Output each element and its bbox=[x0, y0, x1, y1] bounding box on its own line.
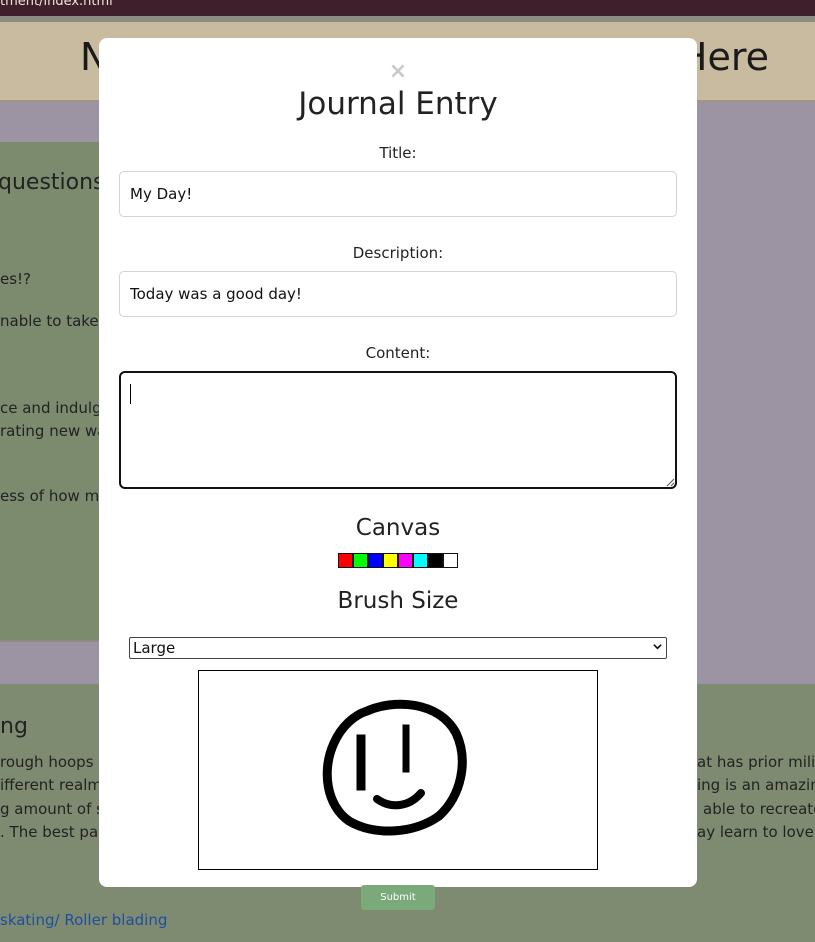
color-swatch-magenta[interactable] bbox=[398, 553, 413, 568]
card-text-line: g amount of s bbox=[0, 800, 104, 818]
content-textarea[interactable] bbox=[119, 371, 677, 489]
card-text-line: rough hoops of bbox=[0, 753, 113, 771]
chevron-down-icon bbox=[653, 644, 662, 650]
color-swatch-yellow[interactable] bbox=[383, 553, 398, 568]
color-swatch-cyan[interactable] bbox=[413, 553, 428, 568]
card-text-line: ifferent realm bbox=[0, 776, 102, 794]
description-input[interactable] bbox=[119, 271, 677, 317]
modal-title: Journal Entry bbox=[298, 86, 498, 122]
color-swatch-red[interactable] bbox=[338, 553, 353, 568]
color-swatch-green[interactable] bbox=[353, 553, 368, 568]
card-text-line: rating new wa bbox=[0, 422, 107, 440]
title-label: Title: bbox=[379, 144, 417, 162]
card-heading: ng bbox=[0, 714, 28, 739]
card-heading: questions: bbox=[0, 170, 112, 195]
card-text-line: able to recreate bbox=[703, 800, 815, 818]
background-card-questions: questions: es!? nable to take ce and ind… bbox=[0, 142, 112, 640]
description-label: Description: bbox=[352, 244, 444, 262]
color-palette bbox=[338, 553, 458, 568]
submit-button[interactable]: Submit bbox=[361, 885, 435, 910]
card-text-line: ay learn to love i bbox=[697, 823, 815, 841]
close-icon[interactable]: × bbox=[99, 60, 697, 84]
title-input[interactable] bbox=[119, 171, 677, 217]
brush-size-heading: Brush Size bbox=[337, 588, 459, 614]
canvas-heading: Canvas bbox=[355, 515, 441, 541]
card-text-line: ing is an amazing bbox=[697, 776, 815, 794]
content-label: Content: bbox=[365, 344, 431, 362]
card-text-line: ce and indulge bbox=[0, 399, 111, 417]
card-text-line: ess of how ma bbox=[0, 487, 109, 505]
card-text-line: es!? bbox=[0, 270, 32, 288]
card-text-line: . The best par bbox=[0, 823, 105, 841]
card-text-line: nable to take bbox=[0, 312, 99, 330]
browser-top-bar: tment/index.html bbox=[0, 0, 815, 16]
brush-size-selected: Large bbox=[133, 639, 176, 657]
color-swatch-white[interactable] bbox=[443, 553, 458, 568]
text-caret bbox=[130, 384, 131, 404]
brush-size-select[interactable]: Large bbox=[129, 637, 667, 659]
resize-grip-icon[interactable] bbox=[665, 477, 675, 487]
background-band-right bbox=[697, 142, 815, 642]
color-swatch-black[interactable] bbox=[428, 553, 443, 568]
drawing-smiley bbox=[322, 699, 467, 836]
card-text-line: at has prior milit bbox=[697, 753, 815, 771]
journal-entry-modal: × Journal Entry Title: Description: Cont… bbox=[99, 38, 697, 887]
color-swatch-blue[interactable] bbox=[368, 553, 383, 568]
drawing-canvas[interactable] bbox=[198, 670, 598, 870]
hobby-link[interactable]: skating/ Roller blading bbox=[0, 911, 167, 929]
url-fragment: tment/index.html bbox=[0, 0, 113, 9]
